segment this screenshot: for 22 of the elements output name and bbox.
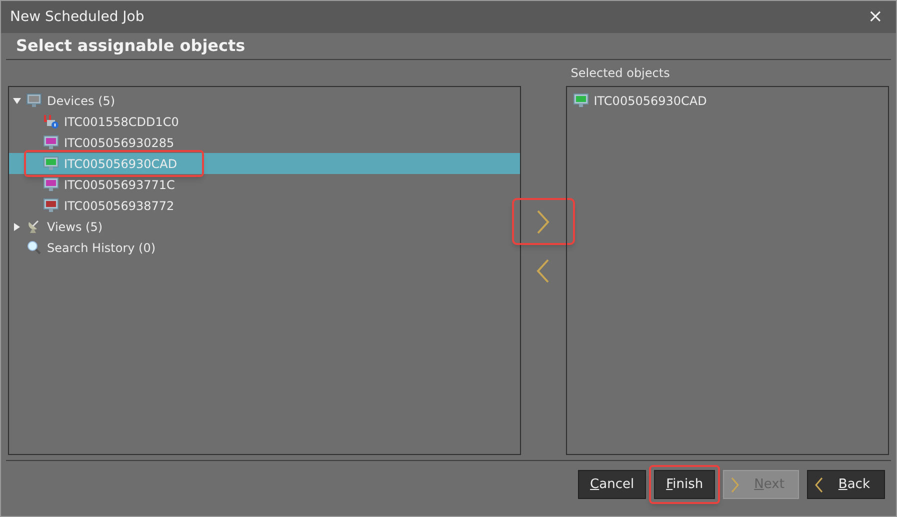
chevron-left-icon: [814, 476, 824, 492]
selected-objects-label: Selected objects: [570, 65, 670, 82]
page-heading: Select assignable objects: [16, 35, 246, 57]
tree-item[interactable]: ITC005056938772: [64, 196, 174, 214]
window-title: New Scheduled Job: [10, 8, 144, 26]
tree-item[interactable]: ITC001558CDD1C0: [64, 112, 179, 130]
tree-item[interactable]: ITC00505693771C: [64, 176, 175, 194]
device-warning-icon: [43, 114, 59, 129]
dialog-button[interactable]: Back: [807, 470, 885, 499]
tree-item[interactable]: Search History (0): [47, 238, 156, 256]
tree-item[interactable]: ITC005056930CAD: [64, 154, 178, 172]
add-button[interactable]: [512, 198, 575, 245]
close-button[interactable]: ×: [864, 8, 887, 26]
search-icon: [26, 240, 42, 255]
dialog-button[interactable]: Finish: [654, 470, 716, 499]
monitor-icon: [26, 93, 42, 108]
tree-item[interactable]: Devices (5): [47, 92, 116, 110]
tree-item[interactable]: Views (5): [47, 218, 103, 236]
list-item[interactable]: ITC005056930CAD: [594, 92, 707, 110]
dialog-button[interactable]: Cancel: [578, 470, 646, 499]
chevron-right-icon: [730, 476, 740, 492]
tree-item[interactable]: ITC005056930285: [64, 134, 174, 152]
